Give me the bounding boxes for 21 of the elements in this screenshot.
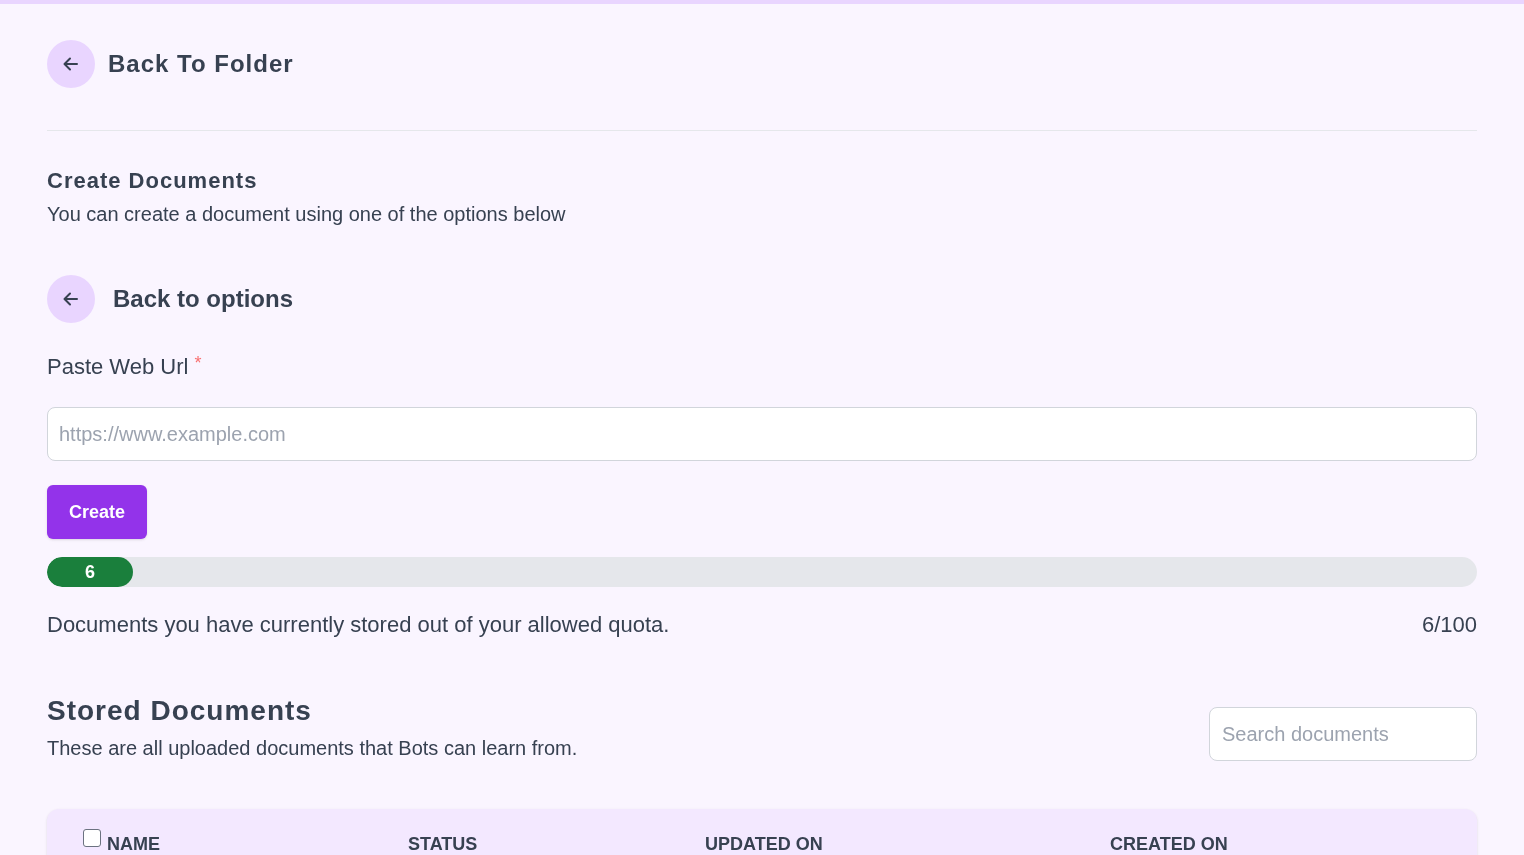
progress-fill: 6 bbox=[47, 557, 133, 587]
select-all-checkbox[interactable] bbox=[83, 829, 101, 847]
quota-description: Documents you have currently stored out of your allowed quota. bbox=[47, 611, 670, 639]
quota-count: 6/100 bbox=[1421, 611, 1477, 639]
column-header: NAME bbox=[107, 833, 160, 855]
create-button[interactable]: Create bbox=[47, 485, 147, 539]
section-subtitle: These are all uploaded documents that Bots can learn from. bbox=[47, 736, 578, 761]
column-header: STATUS bbox=[408, 833, 478, 855]
arrow-left-icon bbox=[47, 275, 95, 323]
column-header: CREATED ON bbox=[1110, 833, 1228, 855]
column-header: UPDATED ON bbox=[705, 833, 823, 855]
back-to-options-link[interactable]: Back to options bbox=[47, 275, 293, 323]
back-to-folder-link[interactable]: Back To Folder bbox=[47, 40, 294, 88]
arrow-left-icon bbox=[47, 40, 95, 88]
section-title: Stored Documents bbox=[47, 694, 312, 728]
field-label: Paste Web Url bbox=[47, 353, 189, 381]
search-field[interactable]: Search documents bbox=[1209, 707, 1477, 761]
section-title: Create Documents bbox=[47, 167, 258, 195]
section-subtitle: You can create a document using one of the options below bbox=[47, 202, 566, 227]
required-mark: * bbox=[194, 352, 202, 374]
url-input-field[interactable]: https://www.example.com bbox=[47, 407, 1477, 461]
